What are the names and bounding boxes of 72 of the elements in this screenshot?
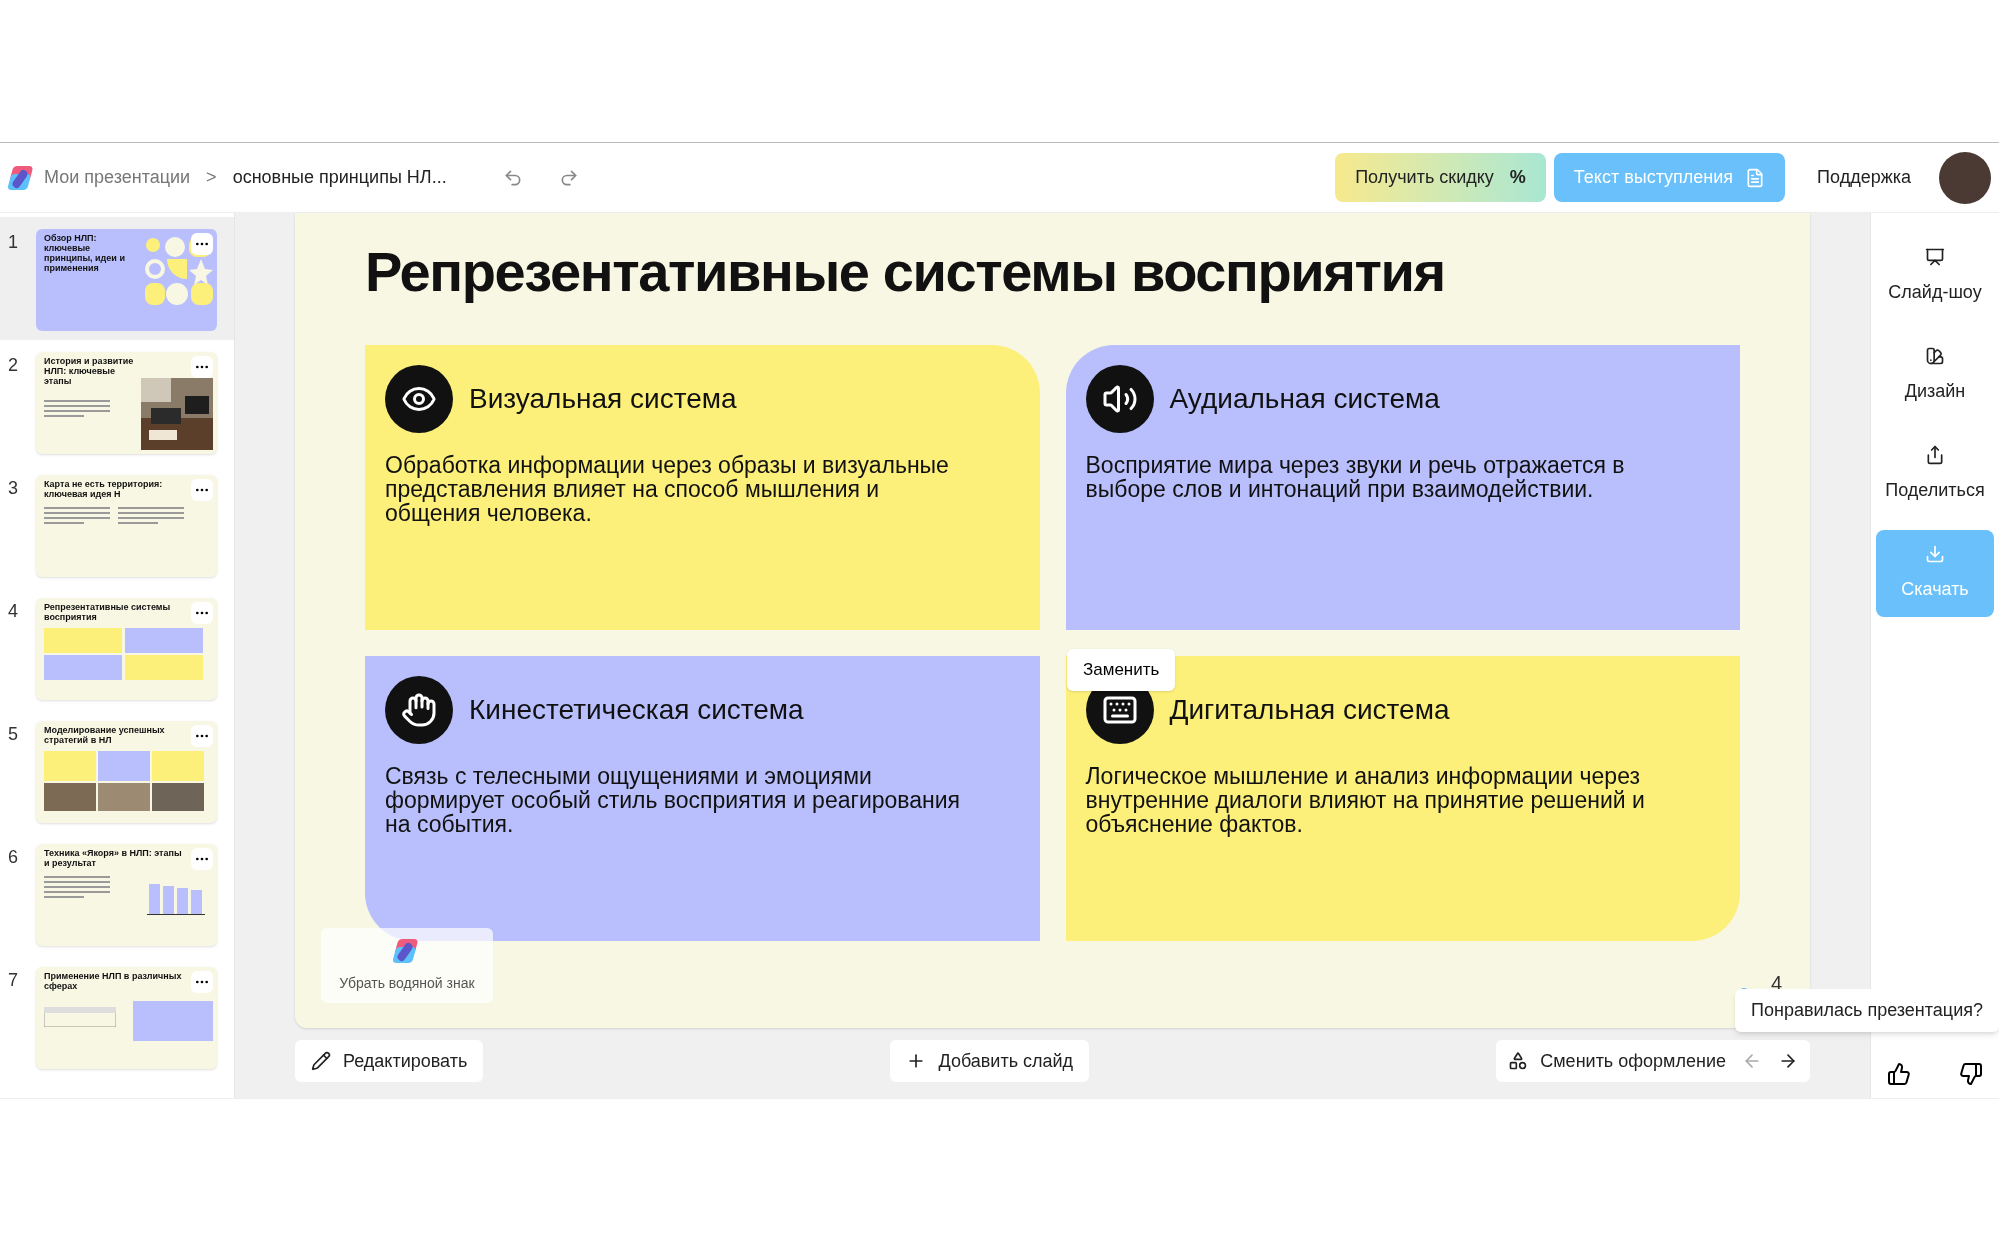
- slide-number: 1: [8, 231, 19, 254]
- slide-number: 6: [8, 846, 19, 869]
- restyle-button[interactable]: Сменить оформление: [1508, 1047, 1726, 1075]
- slide-thumbnail-row[interactable]: 7 Применение НЛП в различных сферах: [0, 955, 234, 1078]
- breadcrumb-link[interactable]: Мои презентации: [44, 164, 191, 191]
- percent-icon: %: [1509, 164, 1526, 191]
- thumbnail-title: Применение НЛП в различных сферах: [44, 971, 183, 991]
- more-button[interactable]: [191, 233, 213, 255]
- slide-thumbnail-row[interactable]: 5 Моделирование успешных стратегий в НЛ: [0, 709, 234, 832]
- card-text: Восприятие мира через звуки и речь отражается в выборе слов и интонаций при взаимодействии.: [1085, 453, 1626, 501]
- slide-thumbnail[interactable]: Репрезентативные системы восприятия: [36, 598, 217, 700]
- panel-button[interactable]: Дизайн: [1876, 332, 1994, 419]
- more-button[interactable]: [191, 848, 213, 870]
- undo-icon[interactable]: [502, 167, 523, 188]
- slide-thumbnail[interactable]: Карта не есть территория: ключевая идея Н: [36, 475, 217, 577]
- feedback-tooltip: Понравилась презентация?: [1735, 989, 1999, 1032]
- add-slide-button[interactable]: Добавить слайд: [890, 1040, 1090, 1082]
- thumbnail-title: Карта не есть территория: ключевая идея Н: [44, 479, 164, 499]
- slide-thumbnail-row[interactable]: 2 История и развитие НЛП: ключевые этапы: [0, 340, 234, 463]
- slide-number: 3: [8, 477, 19, 500]
- replace-button[interactable]: Заменить: [1067, 649, 1176, 691]
- slide-thumbnail[interactable]: История и развитие НЛП: ключевые этапы: [36, 352, 217, 454]
- slide-thumbnail-row[interactable]: 1 Обзор НЛП: ключевые принципы, идеи и применения: [0, 217, 234, 340]
- panel-button[interactable]: Слайд-шоу: [1876, 233, 1994, 320]
- presentation-title[interactable]: основные принципы НЛ...: [232, 164, 447, 191]
- more-button[interactable]: [191, 971, 213, 993]
- panel-icon: [1925, 346, 1945, 366]
- card-title: Дигитальная система: [1169, 693, 1450, 727]
- slide-thumbnail[interactable]: Применение НЛП в различных сферах: [36, 967, 217, 1069]
- slide-thumbnail-row[interactable]: 4 Репрезентативные системы восприятия: [0, 586, 234, 709]
- thumbs-up-icon[interactable]: [1887, 1062, 1911, 1086]
- shapes-icon: [1508, 1051, 1529, 1071]
- edit-button[interactable]: Редактировать: [295, 1040, 484, 1082]
- avatar[interactable]: [1939, 151, 1991, 204]
- card-title: Визуальная система: [469, 382, 737, 416]
- thumbnail-title: Техника «Якоря» в НЛП: этапы и результат: [44, 848, 183, 868]
- slide-thumbnail-row[interactable]: 3 Карта не есть территория: ключевая идея Н: [0, 463, 234, 586]
- slide-title: Репрезентативные системы восприятия: [365, 239, 1446, 305]
- slide-thumbnail[interactable]: Моделирование успешных стратегий в НЛ: [36, 721, 217, 823]
- panel-icon: [1925, 247, 1945, 267]
- panel-icon: [1925, 544, 1945, 564]
- more-button[interactable]: [191, 602, 213, 624]
- panel-icon: [1925, 445, 1945, 465]
- document-icon: [1745, 167, 1766, 188]
- thumbs-down-icon[interactable]: [1959, 1062, 1983, 1086]
- breadcrumb-separator: >: [206, 166, 217, 189]
- support-link[interactable]: Поддержка: [1817, 164, 1911, 191]
- slide-number: 5: [8, 723, 19, 746]
- slide-thumbnail[interactable]: Обзор НЛП: ключевые принципы, идеи и применения: [36, 229, 217, 331]
- discount-button[interactable]: Получить скидку %: [1335, 153, 1546, 202]
- more-button[interactable]: [191, 725, 213, 747]
- panel-button[interactable]: Поделиться: [1876, 431, 1994, 518]
- slide-number: 2: [8, 354, 19, 377]
- thumbnail-title: Моделирование успешных стратегий в НЛ: [44, 725, 166, 745]
- thumbnail-title: История и развитие НЛП: ключевые этапы: [44, 356, 135, 386]
- remove-watermark-button[interactable]: Убрать водяной знак: [321, 928, 493, 1003]
- card-icon: [401, 692, 437, 728]
- thumbnail-title: Обзор НЛП: ключевые принципы, идеи и применения: [44, 233, 126, 273]
- card-title: Кинестетическая система: [469, 693, 804, 727]
- pencil-icon: [311, 1051, 331, 1071]
- slide-thumbnail[interactable]: Техника «Якоря» в НЛП: этапы и результат: [36, 844, 217, 946]
- card-title: Аудиальная система: [1169, 382, 1440, 416]
- more-button[interactable]: [191, 479, 213, 501]
- more-button[interactable]: [191, 356, 213, 378]
- slide-number: 4: [8, 600, 19, 623]
- slide-number: 7: [8, 969, 19, 992]
- slide-thumbnail-row[interactable]: 6 Техника «Якоря» в НЛП: этапы и результат: [0, 832, 234, 955]
- thumbnail-title: Репрезентативные системы восприятия: [44, 602, 172, 622]
- card-text: Связь с телесными ощущениями и эмоциями формирует особый стиль восприятия и реагирования на события.: [385, 764, 962, 836]
- card-text: Логическое мышление и анализ информации через внутренние диалоги влияют на принятие решений и объяснение фактов.: [1085, 764, 1646, 836]
- card-text: Обработка информации через образы и визуальные представления влияет на способ мышления и общения человека.: [385, 453, 950, 525]
- table-drawing: [44, 1007, 116, 1027]
